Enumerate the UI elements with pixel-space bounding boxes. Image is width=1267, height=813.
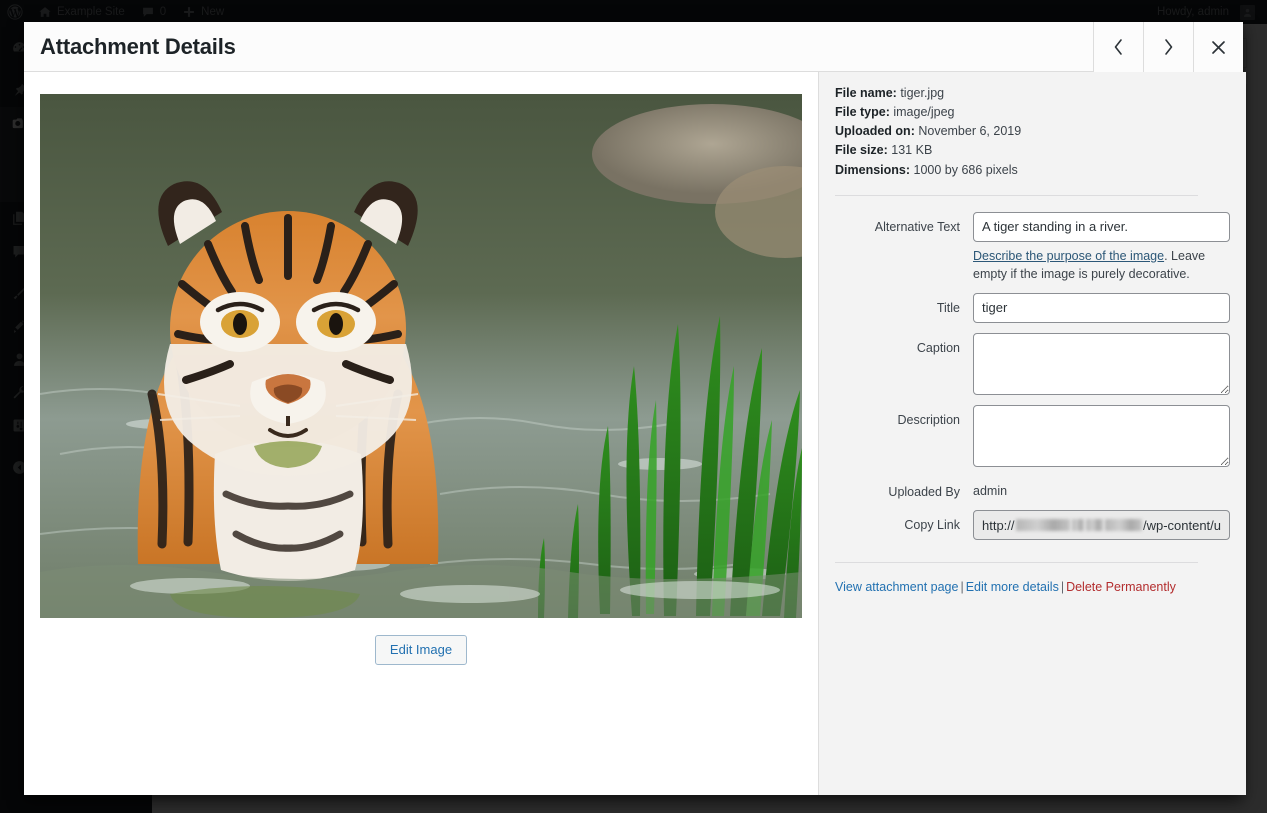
field-copy-link: Copy Link http:// /wp-content/u [835, 510, 1230, 540]
meta-file-type-value: image/jpeg [893, 105, 954, 119]
copy-link-suffix: /wp-content/u [1143, 518, 1221, 533]
field-alt-text: Alternative Text Describe the purpose of… [835, 212, 1230, 283]
caption-textarea[interactable] [973, 333, 1230, 395]
meta-file-size-label: File size: [835, 143, 888, 157]
meta-file-name-value: tiger.jpg [900, 86, 944, 100]
copy-link-input[interactable]: http:// /wp-content/u [973, 510, 1230, 540]
uploaded-by-control: admin [973, 477, 1230, 498]
action-separator-1: | [958, 580, 965, 594]
action-separator-2: | [1059, 580, 1066, 594]
title-input[interactable] [973, 293, 1230, 323]
meta-file-size: File size: 131 KB [835, 141, 1230, 159]
edit-image-button[interactable]: Edit Image [375, 635, 467, 665]
meta-dimensions: Dimensions: 1000 by 686 pixels [835, 161, 1230, 179]
chevron-right-icon [1162, 38, 1175, 56]
meta-file-type-label: File type: [835, 105, 890, 119]
previous-attachment-button[interactable] [1093, 22, 1143, 72]
meta-dimensions-value: 1000 by 686 pixels [914, 163, 1018, 177]
attachment-image [40, 94, 802, 618]
meta-file-name-label: File name: [835, 86, 897, 100]
redacted-domain-part-3 [1086, 519, 1103, 531]
modal-nav-buttons [1093, 22, 1243, 72]
modal-header: Attachment Details [24, 22, 1243, 72]
copy-link-label: Copy Link [835, 510, 973, 533]
alt-text-label: Alternative Text [835, 212, 973, 235]
alt-text-help: Describe the purpose of the image. Leave… [973, 247, 1213, 283]
delete-permanently-link[interactable]: Delete Permanently [1066, 580, 1176, 594]
meta-uploaded-on: Uploaded on: November 6, 2019 [835, 122, 1230, 140]
attachment-actions: View attachment page|Edit more details|D… [835, 577, 1230, 597]
caption-label: Caption [835, 333, 973, 356]
description-control [973, 405, 1230, 467]
attachment-thumbnail-wrap [40, 94, 802, 618]
caption-control [973, 333, 1230, 395]
field-title: Title [835, 293, 1230, 323]
close-modal-button[interactable] [1193, 22, 1243, 72]
redacted-domain-part-1 [1016, 519, 1070, 531]
attachment-preview-pane: Edit Image [24, 72, 819, 795]
redacted-domain-part-4 [1105, 519, 1142, 531]
attachment-metadata-list: File name: tiger.jpg File type: image/jp… [835, 84, 1230, 179]
attachment-info-pane: File name: tiger.jpg File type: image/jp… [819, 72, 1246, 795]
title-control [973, 293, 1230, 323]
redacted-domain-part-2 [1072, 519, 1084, 531]
copy-link-prefix: http:// [982, 518, 1015, 533]
meta-file-type: File type: image/jpeg [835, 103, 1230, 121]
describe-purpose-link[interactable]: Describe the purpose of the image [973, 249, 1164, 263]
next-attachment-button[interactable] [1143, 22, 1193, 72]
field-caption: Caption [835, 333, 1230, 395]
field-description: Description [835, 405, 1230, 467]
meta-file-name: File name: tiger.jpg [835, 84, 1230, 102]
title-label: Title [835, 293, 973, 316]
edit-more-details-link[interactable]: Edit more details [966, 580, 1059, 594]
alt-text-input[interactable] [973, 212, 1230, 242]
modal-body: Edit Image File name: tiger.jpg File typ… [24, 72, 1243, 795]
uploaded-by-label: Uploaded By [835, 477, 973, 500]
meta-uploaded-on-label: Uploaded on: [835, 124, 915, 138]
meta-uploaded-on-value: November 6, 2019 [918, 124, 1021, 138]
meta-dimensions-label: Dimensions: [835, 163, 910, 177]
view-attachment-page-link[interactable]: View attachment page [835, 580, 958, 594]
description-label: Description [835, 405, 973, 428]
alt-text-control: Describe the purpose of the image. Leave… [973, 212, 1230, 283]
divider-top [835, 195, 1198, 196]
uploaded-by-value: admin [973, 477, 1230, 498]
copy-link-control: http:// /wp-content/u [973, 510, 1230, 540]
page-title: Attachment Details [40, 34, 236, 60]
close-icon [1211, 40, 1226, 55]
attachment-details-modal: Attachment Details [24, 22, 1243, 795]
meta-file-size-value: 131 KB [891, 143, 932, 157]
chevron-left-icon [1112, 38, 1125, 56]
description-textarea[interactable] [973, 405, 1230, 467]
divider-bottom [835, 562, 1198, 563]
field-uploaded-by: Uploaded By admin [835, 477, 1230, 500]
